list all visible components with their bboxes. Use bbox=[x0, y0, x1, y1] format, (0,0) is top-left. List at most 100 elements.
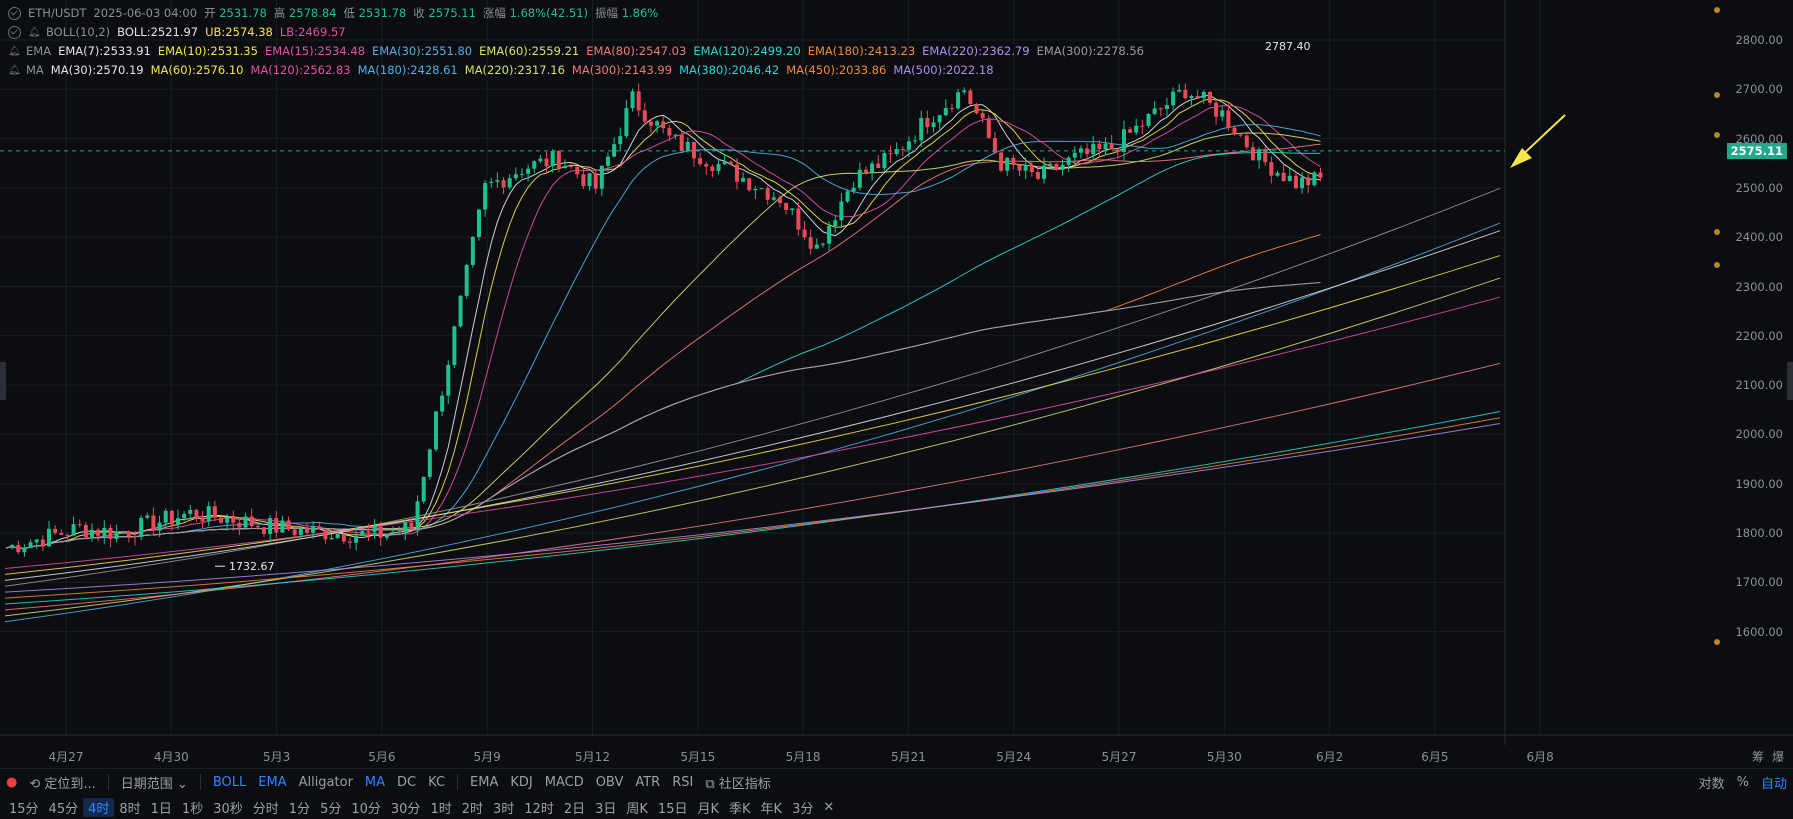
y-tick-label: 2200.00 bbox=[1735, 328, 1783, 343]
sub-indicator-obv-button[interactable]: OBV bbox=[590, 775, 630, 790]
candle-body bbox=[200, 518, 205, 522]
timeframe-button[interactable]: 分时 bbox=[248, 798, 284, 817]
candle-body bbox=[1238, 134, 1243, 136]
ma-legend-item: MA(500):2022.18 bbox=[893, 63, 994, 77]
candle-body bbox=[212, 506, 217, 518]
candle-body bbox=[1226, 110, 1231, 128]
timeframe-button[interactable]: 1分 bbox=[284, 798, 315, 817]
timeframe-button[interactable]: 1日 bbox=[146, 798, 177, 817]
indicator-alligator-button[interactable]: Alligator bbox=[293, 775, 359, 790]
timeframe-button[interactable]: 3时 bbox=[488, 798, 519, 817]
indicator-ma-button[interactable]: MA bbox=[359, 775, 391, 790]
candle-body bbox=[913, 140, 918, 142]
candle-body bbox=[894, 149, 899, 155]
ema-legend-item: EMA(10):2531.35 bbox=[157, 44, 258, 58]
liquidation-label[interactable]: 爆 bbox=[1772, 748, 1784, 765]
indicator-ema-button[interactable]: EMA bbox=[252, 775, 292, 790]
close-icon[interactable]: ✕ bbox=[818, 800, 839, 815]
indicator-kc-button[interactable]: KC bbox=[422, 775, 451, 790]
ma-line bbox=[5, 143, 1321, 549]
chart-area[interactable]: 2787.40 1732.67 ETH/USDT 2025-06-03 04:00… bbox=[0, 0, 1793, 764]
timeframe-button[interactable]: 年K bbox=[756, 798, 788, 817]
y-tick-label: 2100.00 bbox=[1735, 378, 1783, 393]
right-panel-handle[interactable] bbox=[1787, 362, 1793, 400]
locate-button[interactable]: ⟲ 定位到... bbox=[23, 773, 101, 792]
timeframe-button[interactable]: 1秒 bbox=[177, 798, 208, 817]
sub-indicator-ema-button[interactable]: EMA bbox=[464, 775, 504, 790]
candle-body bbox=[501, 180, 506, 188]
indicator-dc-button[interactable]: DC bbox=[391, 775, 422, 790]
log-scale-button[interactable]: 对数 bbox=[1693, 773, 1731, 792]
candle-body bbox=[163, 510, 168, 523]
bell-icon[interactable]: 🔔︎ bbox=[8, 42, 21, 61]
x-tick-label: 6月5 bbox=[1421, 750, 1449, 764]
price-chart[interactable]: 2787.40 1732.67 bbox=[0, 0, 1793, 745]
timeframe-button[interactable]: 45分 bbox=[44, 798, 84, 817]
collapse-toggle-icon[interactable] bbox=[8, 26, 21, 39]
candle-body bbox=[1312, 172, 1317, 186]
candle-body bbox=[962, 90, 967, 93]
low-value: 2531.78 bbox=[358, 6, 407, 20]
candle-body bbox=[120, 531, 125, 533]
ma-legend-item: MA(30):2570.19 bbox=[50, 63, 144, 77]
timeframe-button[interactable]: 15分 bbox=[4, 798, 44, 817]
timeframe-button[interactable]: 5分 bbox=[315, 798, 346, 817]
bell-icon[interactable]: 🔔︎ bbox=[28, 23, 41, 42]
ma-legend-item: MA(300):2143.99 bbox=[571, 63, 673, 77]
timeframe-button[interactable]: 3分 bbox=[787, 798, 818, 817]
high-label: 高 bbox=[273, 6, 286, 20]
timeframe-button[interactable]: 月K bbox=[692, 798, 724, 817]
candle-body bbox=[777, 197, 782, 204]
candle-body bbox=[292, 529, 297, 535]
community-indicators-button[interactable]: ⧉ 社区指标 bbox=[699, 773, 776, 792]
timeframe-button[interactable]: 4时 bbox=[83, 797, 115, 817]
timeframe-button[interactable]: 12时 bbox=[519, 798, 559, 817]
timeframe-button[interactable]: 1时 bbox=[425, 798, 456, 817]
sub-indicator-macd-button[interactable]: MACD bbox=[539, 775, 590, 790]
timeframe-button[interactable]: 30秒 bbox=[208, 798, 248, 817]
candle-body bbox=[225, 517, 230, 523]
candle-body bbox=[716, 164, 721, 172]
bell-icon[interactable]: 🔔︎ bbox=[8, 61, 21, 80]
candle-body bbox=[698, 158, 703, 165]
candle-body bbox=[845, 191, 850, 202]
candle-body bbox=[421, 476, 426, 502]
x-tick-label: 5月27 bbox=[1101, 750, 1137, 764]
timeframe-button[interactable]: 15日 bbox=[653, 798, 693, 817]
candle-body bbox=[741, 178, 746, 182]
candle-body bbox=[642, 110, 647, 122]
date-range-button[interactable]: 日期范围 ⌄ bbox=[115, 773, 194, 792]
percent-scale-button[interactable]: % bbox=[1731, 775, 1755, 790]
timeframe-button[interactable]: 周K bbox=[621, 798, 653, 817]
candle-body bbox=[771, 197, 776, 200]
candle-body bbox=[630, 91, 635, 109]
candle-body bbox=[489, 181, 494, 184]
ema-name: EMA bbox=[26, 44, 52, 58]
candle-body bbox=[237, 522, 242, 528]
sub-indicator-kdj-button[interactable]: KDJ bbox=[504, 775, 538, 790]
indicator-boll-button[interactable]: BOLL bbox=[207, 775, 252, 790]
sub-indicators: EMA KDJ MACD OBV ATR RSI bbox=[464, 775, 699, 790]
sub-indicator-atr-button[interactable]: ATR bbox=[629, 775, 666, 790]
timeframe-button[interactable]: 8时 bbox=[114, 798, 145, 817]
left-panel-handle[interactable] bbox=[0, 362, 6, 400]
auto-scale-button[interactable]: 自动 bbox=[1755, 773, 1793, 792]
chip-label[interactable]: 筹 bbox=[1752, 748, 1764, 765]
candle-body bbox=[114, 531, 119, 539]
collapse-toggle-icon[interactable] bbox=[8, 7, 21, 20]
ema-legend-item: EMA(15):2534.48 bbox=[264, 44, 366, 58]
candle-body bbox=[753, 188, 758, 191]
candle-body bbox=[747, 178, 752, 191]
timeframe-button[interactable]: 30分 bbox=[386, 798, 426, 817]
timeframe-button[interactable]: 10分 bbox=[346, 798, 386, 817]
candle-body bbox=[1275, 172, 1280, 176]
candle-body bbox=[986, 118, 991, 139]
y-tick-label: 1700.00 bbox=[1735, 575, 1783, 590]
timeframe-button[interactable]: 2时 bbox=[457, 798, 488, 817]
app-logo-icon[interactable]: ● bbox=[0, 775, 23, 790]
sub-indicator-rsi-button[interactable]: RSI bbox=[666, 775, 699, 790]
timeframe-button[interactable]: 季K bbox=[724, 798, 756, 817]
candle-body bbox=[341, 533, 346, 542]
timeframe-button[interactable]: 3日 bbox=[590, 798, 621, 817]
timeframe-button[interactable]: 2日 bbox=[559, 798, 590, 817]
